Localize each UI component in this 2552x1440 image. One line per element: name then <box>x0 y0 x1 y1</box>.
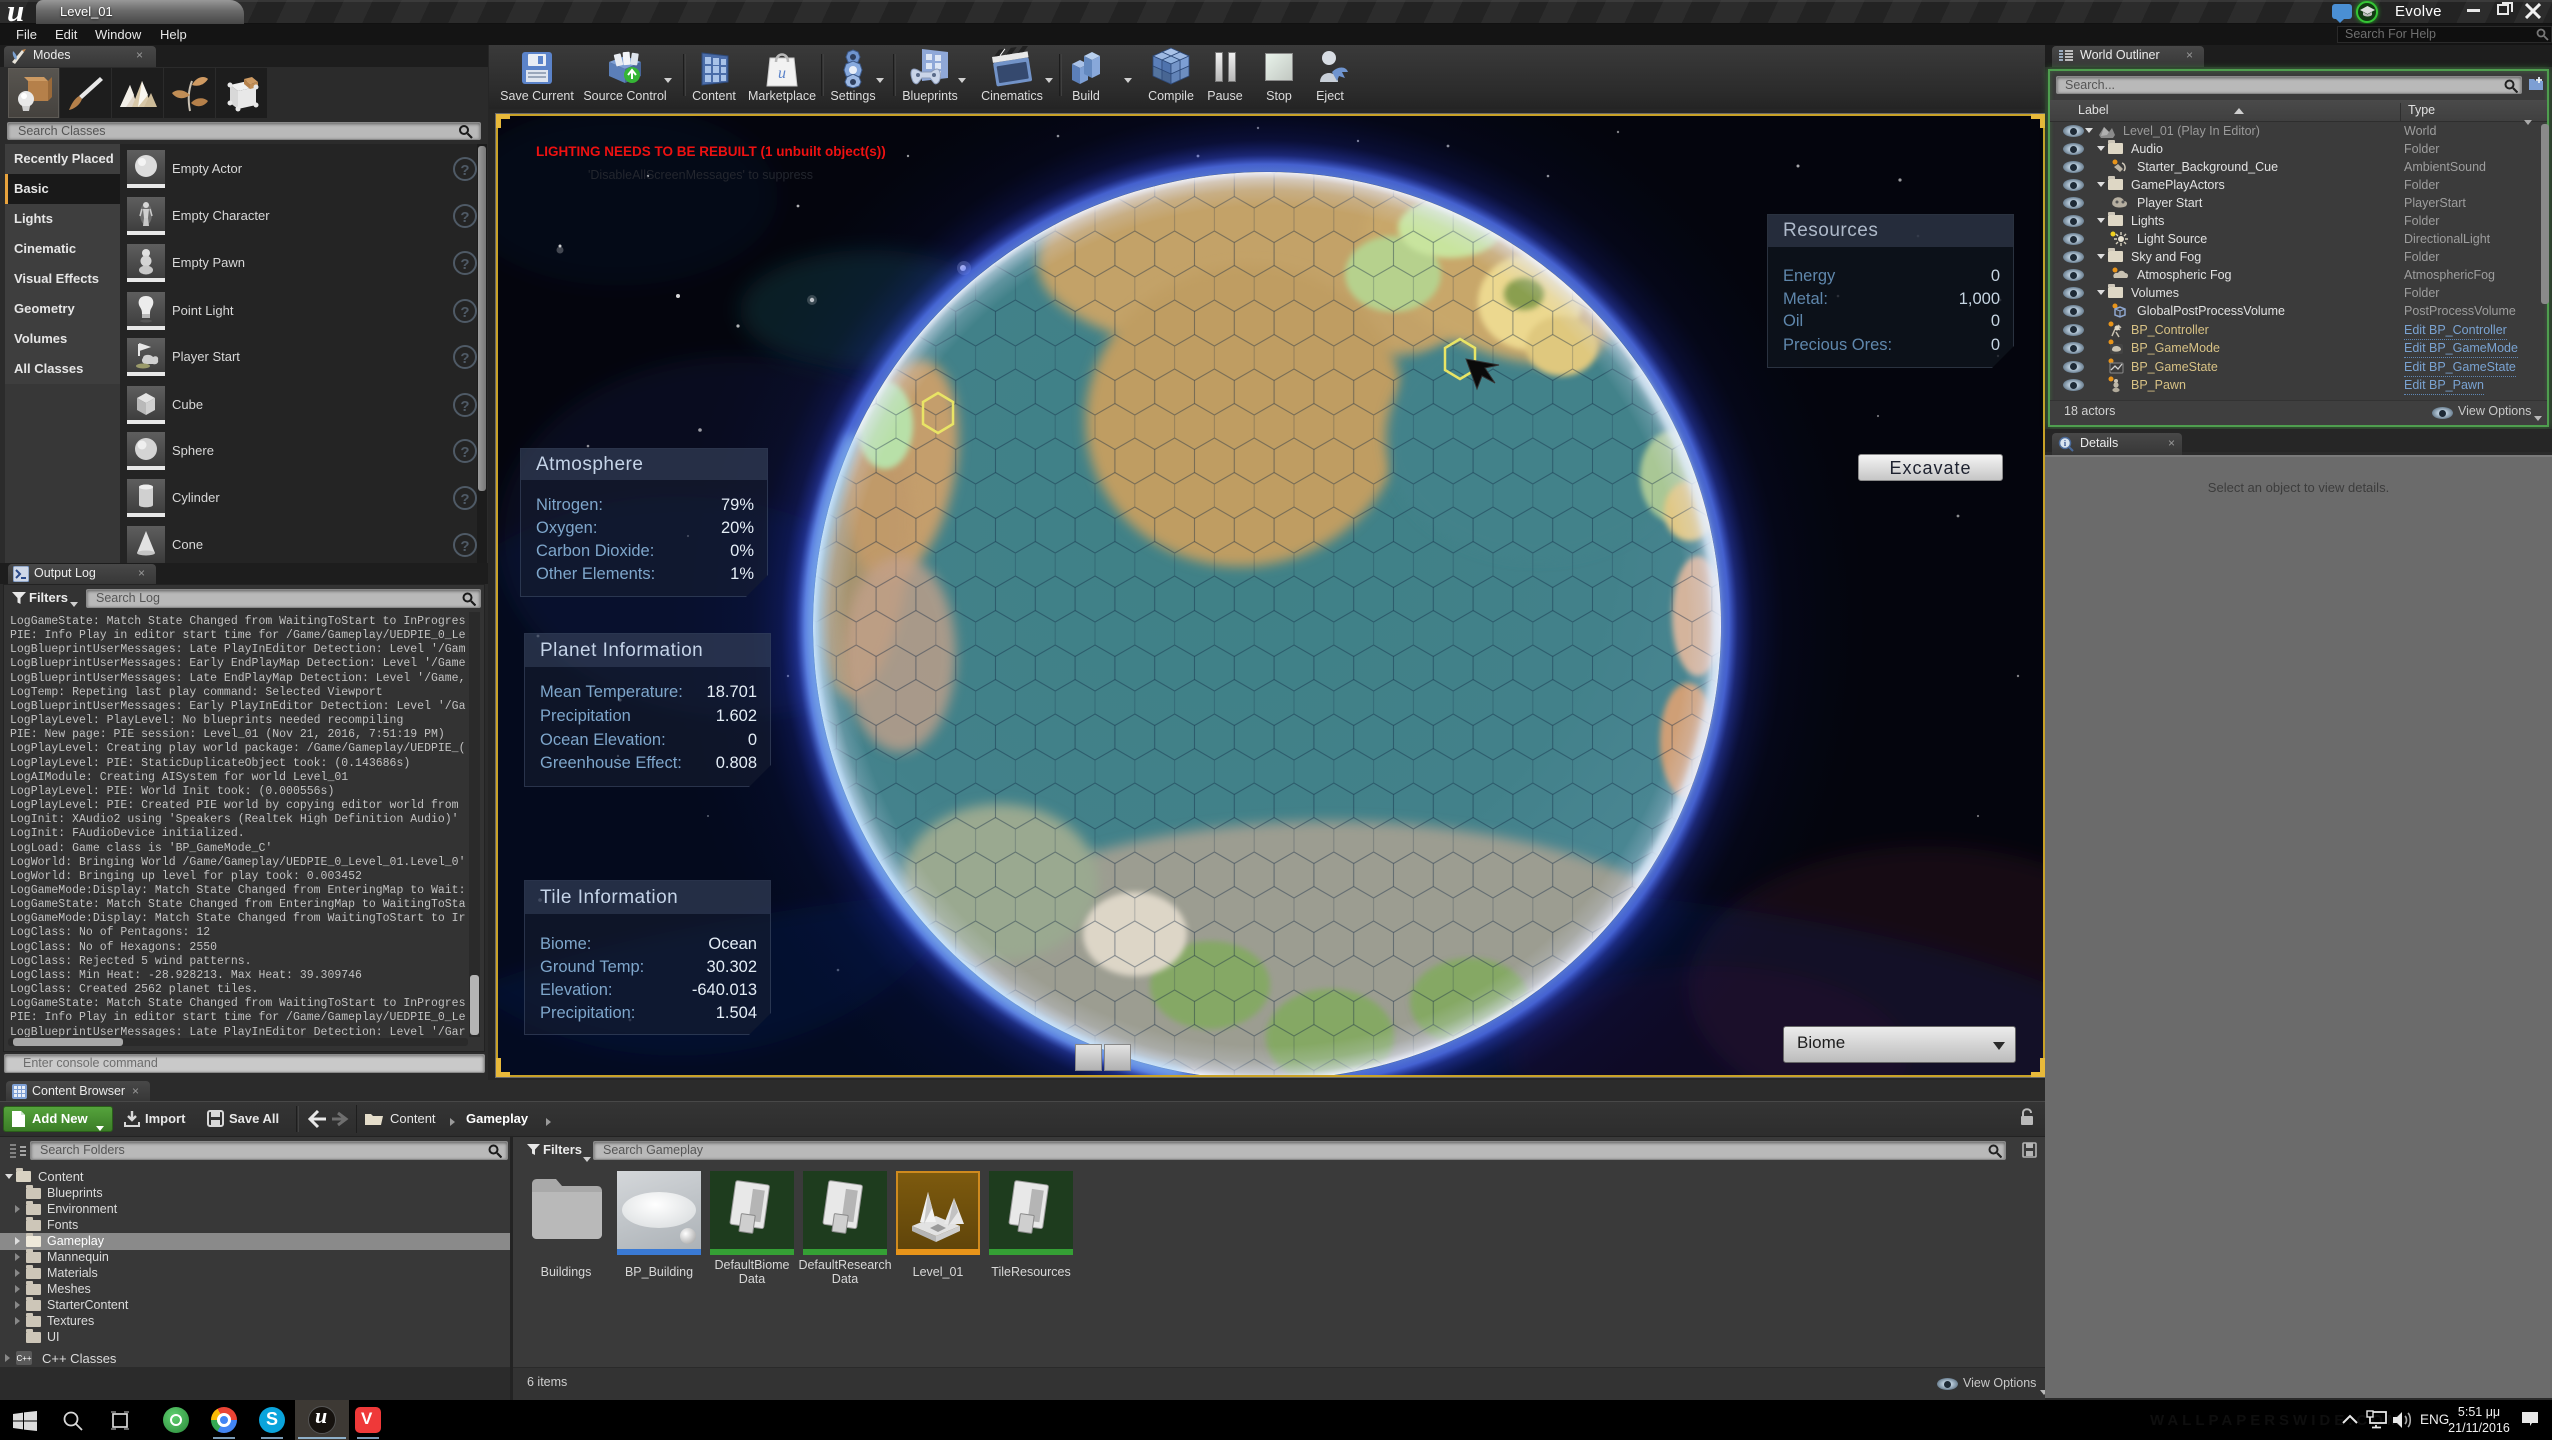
svg-text:u: u <box>778 65 786 82</box>
svg-text:?: ? <box>460 538 469 555</box>
svg-text:?: ? <box>460 209 469 226</box>
svg-text:?: ? <box>460 350 469 367</box>
svg-text:?: ? <box>460 398 469 415</box>
svg-text:?: ? <box>460 162 469 179</box>
svg-text:?: ? <box>460 256 469 273</box>
svg-text:?: ? <box>460 491 469 508</box>
svg-text:?: ? <box>460 444 469 461</box>
svg-text:?: ? <box>460 304 469 321</box>
svg-text:C++: C++ <box>16 1354 31 1363</box>
